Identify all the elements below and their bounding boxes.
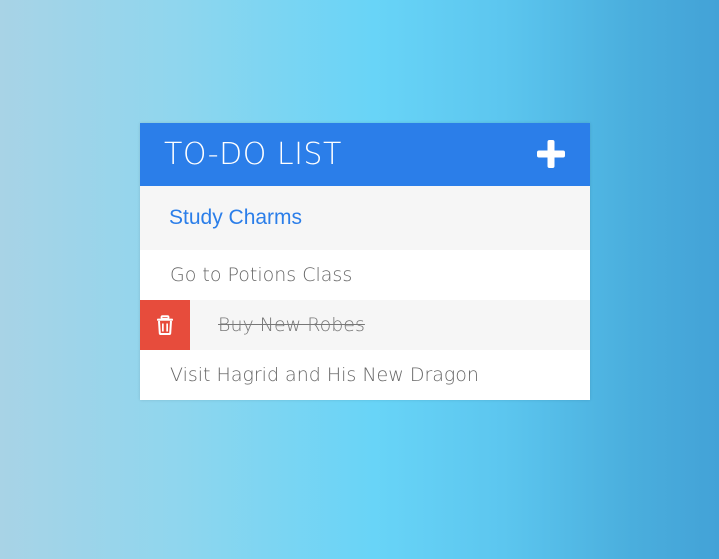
delete-todo-button[interactable]: [140, 300, 190, 350]
new-todo-row: [140, 186, 590, 250]
todo-item[interactable]: Visit Hagrid and His New Dragon: [140, 350, 590, 400]
add-todo-button[interactable]: [534, 137, 568, 171]
todo-item-text: Visit Hagrid and His New Dragon: [170, 364, 479, 386]
page-title: TO-DO LIST: [164, 137, 342, 172]
trash-icon: [157, 315, 173, 335]
todo-item-text: Go to Potions Class: [170, 264, 353, 286]
todo-item[interactable]: Buy New Robes: [140, 300, 590, 350]
todo-header: TO-DO LIST: [140, 123, 590, 186]
plus-icon: [537, 140, 565, 168]
todo-item[interactable]: Go to Potions Class: [140, 250, 590, 300]
todo-item-text: Buy New Robes: [218, 314, 365, 336]
new-todo-input[interactable]: [140, 186, 590, 250]
todo-list: Go to Potions Class Buy New Robes Visit …: [140, 250, 590, 400]
todo-card: TO-DO LIST Go to Potions Class: [140, 123, 590, 400]
